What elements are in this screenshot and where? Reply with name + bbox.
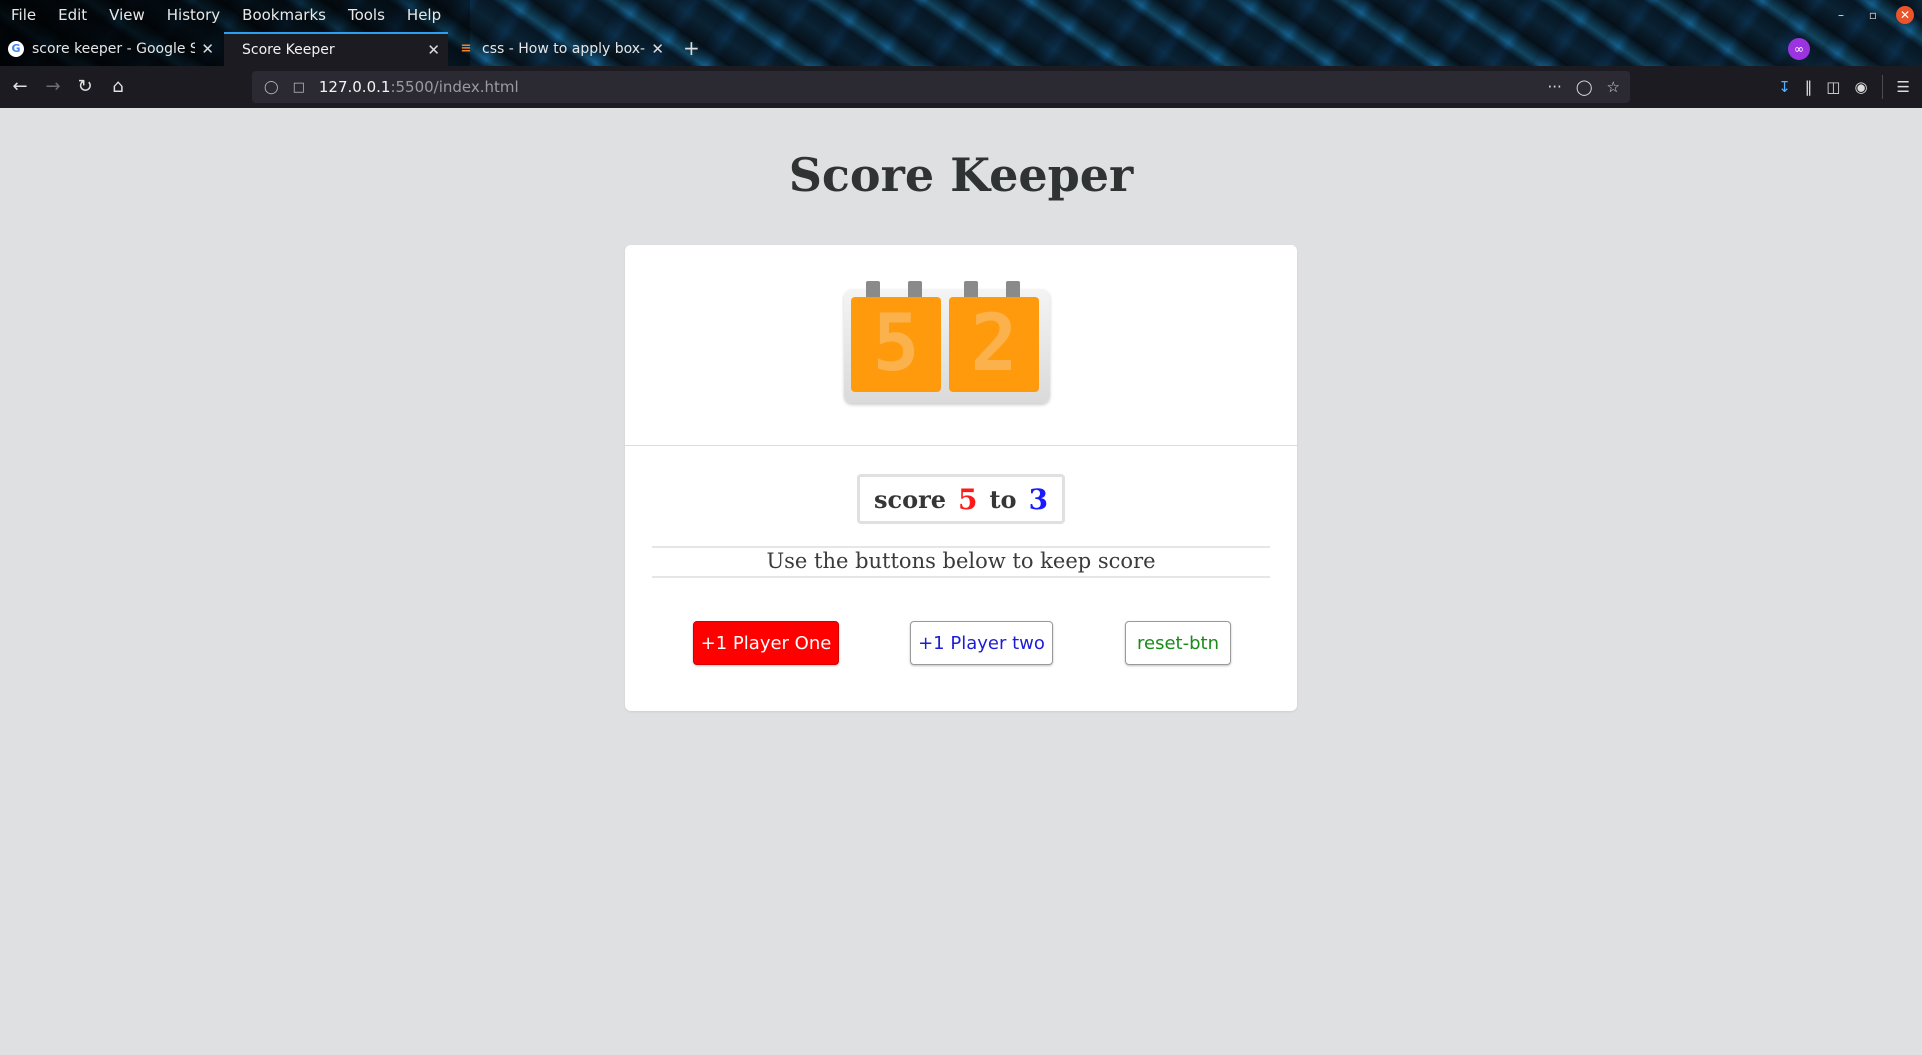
tab-score-keeper[interactable]: Score Keeper ✕ xyxy=(224,32,448,66)
urlbar-actions: ··· ◯ ☆ xyxy=(1547,71,1620,103)
score-separator: to xyxy=(989,484,1017,514)
scoreboard-tile-right: 2 xyxy=(949,297,1039,392)
tab-close-icon[interactable]: ✕ xyxy=(651,40,664,58)
google-icon: G xyxy=(8,41,24,57)
menu-help[interactable]: Help xyxy=(396,6,452,24)
download-icon[interactable]: ↧ xyxy=(1778,78,1791,96)
instructions-text: Use the buttons below to keep score xyxy=(652,546,1270,578)
back-icon[interactable]: ← xyxy=(8,75,32,99)
new-tab-icon[interactable]: + xyxy=(683,36,700,60)
score-card: 5 2 score 5 to 3 Use the buttons below t… xyxy=(625,245,1297,711)
stackoverflow-icon: ≡ xyxy=(460,41,472,56)
browser-titlebar: File Edit View History Bookmarks Tools H… xyxy=(0,0,1922,66)
tab-title: css - How to apply box-sh xyxy=(482,41,646,57)
tab-stackoverflow[interactable]: ≡ css - How to apply box-sh ✕ xyxy=(450,32,672,66)
player-one-button[interactable]: +1 Player One xyxy=(693,621,839,665)
bookmark-star-icon[interactable]: ☆ xyxy=(1607,78,1620,96)
scoreboard-digit-right: 2 xyxy=(970,299,1018,389)
scoreboard-digit-left: 5 xyxy=(872,299,920,389)
toolbar-right: ↧ ‖ ◫ ◉ ☰ xyxy=(1778,66,1922,108)
page-title: Score Keeper xyxy=(788,148,1134,202)
tab-title: Score Keeper xyxy=(242,42,335,58)
home-icon[interactable]: ⌂ xyxy=(106,75,130,99)
score-label: score xyxy=(873,484,946,514)
scoreboard-tile-left: 5 xyxy=(851,297,941,392)
window-controls: – ▫ ✕ xyxy=(1832,6,1914,24)
sidebar-icon[interactable]: ◫ xyxy=(1826,78,1840,96)
tab-close-icon[interactable]: ✕ xyxy=(427,41,440,59)
forward-icon[interactable]: → xyxy=(41,75,65,99)
pocket-icon[interactable]: ◯ xyxy=(1576,78,1593,96)
player-two-button[interactable]: +1 Player two xyxy=(910,621,1053,665)
menu-bookmarks[interactable]: Bookmarks xyxy=(231,6,337,24)
hamburger-menu-icon[interactable]: ☰ xyxy=(1897,78,1910,96)
tab-close-icon[interactable]: ✕ xyxy=(201,40,214,58)
menu-view[interactable]: View xyxy=(98,6,156,24)
scoreboard-image: 5 2 xyxy=(842,281,1052,405)
tab-title: score keeper - Google Se xyxy=(32,41,196,57)
menu-file[interactable]: File xyxy=(0,6,47,24)
player-one-score: 5 xyxy=(957,482,978,516)
library-icon[interactable]: ‖ xyxy=(1805,78,1813,96)
close-window-icon[interactable]: ✕ xyxy=(1896,6,1914,24)
address-bar[interactable]: ◯ □ 127.0.0.1:5500/index.html ··· ◯ ☆ xyxy=(252,71,1630,103)
url-text[interactable]: 127.0.0.1:5500/index.html xyxy=(319,78,519,96)
url-host: 127.0.0.1 xyxy=(318,78,391,96)
tab-strip: G score keeper - Google Se ✕ Score Keepe… xyxy=(0,32,1922,66)
reset-button[interactable]: reset-btn xyxy=(1125,621,1231,665)
menu-history[interactable]: History xyxy=(156,6,231,24)
account-icon[interactable]: ◉ xyxy=(1854,78,1867,96)
minimize-icon[interactable]: – xyxy=(1832,8,1850,22)
page-viewport: Score Keeper 5 2 score 5 to 3 Use the bu… xyxy=(0,108,1922,1055)
card-image: 5 2 xyxy=(625,245,1297,446)
menu-bar: File Edit View History Bookmarks Tools H… xyxy=(0,0,452,30)
tracking-shield-icon[interactable]: ◯ xyxy=(264,80,279,95)
score-display: score 5 to 3 xyxy=(857,474,1065,524)
toolbar-separator xyxy=(1881,75,1883,99)
menu-tools[interactable]: Tools xyxy=(337,6,396,24)
maximize-icon[interactable]: ▫ xyxy=(1864,8,1882,22)
page-info-icon[interactable]: □ xyxy=(293,80,305,95)
navigation-toolbar: ← → ↻ ⌂ ◯ □ 127.0.0.1:5500/index.html ··… xyxy=(0,66,1922,109)
card-body: score 5 to 3 Use the buttons below to ke… xyxy=(625,446,1297,711)
url-path: :5500/index.html xyxy=(390,78,519,96)
menu-edit[interactable]: Edit xyxy=(47,6,98,24)
tab-google-search[interactable]: G score keeper - Google Se ✕ xyxy=(0,32,222,66)
reload-icon[interactable]: ↻ xyxy=(73,75,97,99)
private-browsing-icon: ∞ xyxy=(1788,38,1810,60)
player-two-score: 3 xyxy=(1028,482,1049,516)
page-actions-icon[interactable]: ··· xyxy=(1547,78,1561,96)
